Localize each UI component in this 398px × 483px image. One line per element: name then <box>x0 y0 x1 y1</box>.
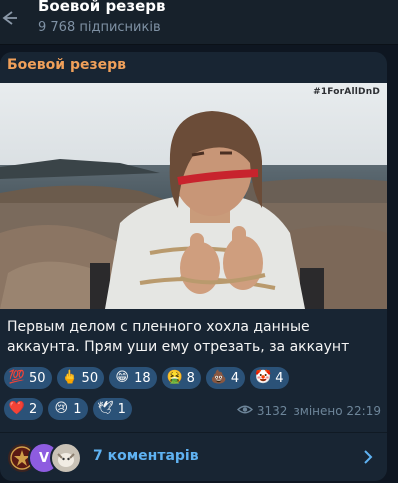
eye-icon <box>236 404 253 418</box>
animal-avatar <box>50 442 82 474</box>
reaction-count: 18 <box>134 370 151 386</box>
clown-face-icon: 🤡 <box>255 370 272 385</box>
reaction-chip[interactable]: 🕊 1 <box>92 398 132 420</box>
edited-time: змінено 22:19 <box>293 404 381 418</box>
reaction-count: 50 <box>29 370 46 386</box>
reaction-chip[interactable]: 💩 4 <box>205 367 246 389</box>
reaction-chip[interactable]: 🤡 4 <box>250 367 290 389</box>
reactions-row-2: ❤️ 2 😢 1 🕊 1 <box>4 398 132 420</box>
commenter-avatars: V <box>6 442 86 474</box>
reaction-chip[interactable]: 🤮 8 <box>161 367 201 389</box>
reaction-chip[interactable]: 💯 50 <box>4 367 52 389</box>
reaction-chip[interactable]: 😁 18 <box>109 367 157 389</box>
reaction-count: 8 <box>186 370 195 386</box>
post-text: Первым делом с пленного хохла данные акк… <box>7 319 350 355</box>
comments-link[interactable]: 7 коментарів <box>93 448 199 464</box>
media-watermark: #1ForAllDnD <box>313 87 380 97</box>
reaction-count: 1 <box>73 401 82 417</box>
reaction-count: 50 <box>81 370 99 386</box>
reaction-count: 4 <box>230 370 240 386</box>
subscriber-count: 9 768 підписників <box>38 20 161 35</box>
vomiting-face-icon: 🤮 <box>166 370 183 385</box>
reaction-count: 1 <box>117 401 126 417</box>
reaction-chip[interactable]: ❤️ 2 <box>4 398 44 420</box>
back-arrow-icon[interactable] <box>0 8 18 28</box>
reaction-count: 4 <box>275 370 284 386</box>
channel-post: Боевой резерв #1ForAllDnD Первым делом с… <box>0 52 387 432</box>
chat-header: Боевой резерв 9 768 підписників <box>0 0 398 45</box>
post-author[interactable]: Боевой резерв <box>7 57 126 73</box>
post-meta: 3132 змінено 22:19 <box>236 404 381 418</box>
comments-bar[interactable]: V 7 коментарів <box>0 432 387 481</box>
photo-illustration <box>0 83 387 309</box>
pile-of-poo-icon: 💩 <box>210 370 228 385</box>
reaction-count: 2 <box>29 401 38 417</box>
hundred-points-icon: 💯 <box>8 370 26 385</box>
chevron-right-icon[interactable] <box>361 448 375 466</box>
middle-finger-icon: 🖕 <box>61 370 78 385</box>
view-count: 3132 <box>256 404 288 418</box>
channel-title[interactable]: Боевой резерв <box>38 0 165 15</box>
reactions-row-1: 💯 50 🖕 50 😁 18 🤮 8 💩 4 🤡 4 <box>4 367 290 389</box>
crying-face-icon: 😢 <box>54 401 69 416</box>
post-image[interactable]: #1ForAllDnD <box>0 83 387 309</box>
reaction-chip[interactable]: 🖕 50 <box>56 367 105 389</box>
grinning-face-icon: 😁 <box>115 370 129 385</box>
red-heart-icon: ❤️ <box>8 401 26 416</box>
dove-icon: 🕊 <box>97 401 114 416</box>
reaction-chip[interactable]: 😢 1 <box>48 398 88 420</box>
